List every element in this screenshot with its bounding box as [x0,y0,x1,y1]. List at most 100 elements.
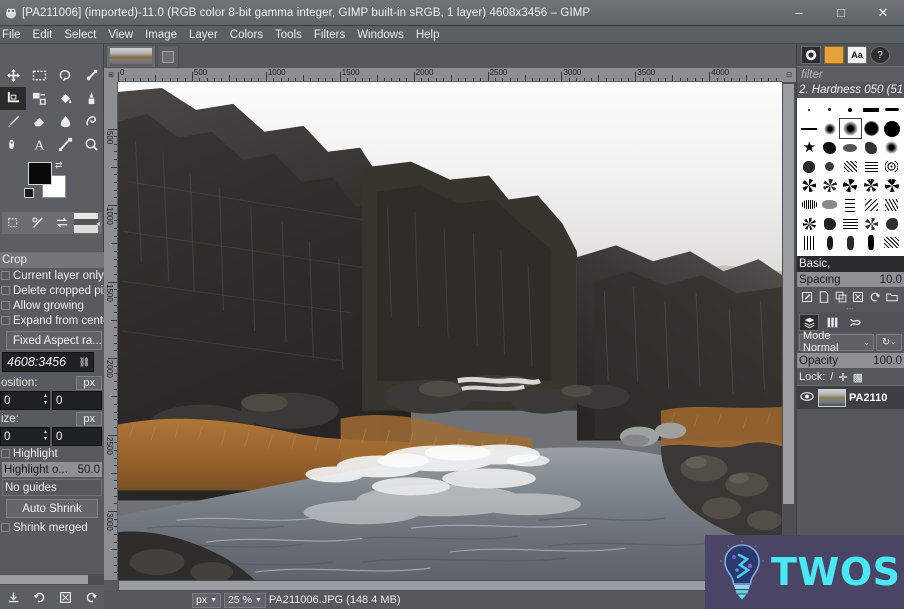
image-canvas[interactable] [118,82,782,580]
brush-item[interactable] [820,195,841,214]
menu-select[interactable]: Select [58,28,102,42]
vertical-scrollbar[interactable] [782,82,796,580]
gradients-tab[interactable] [824,46,844,64]
brush-item[interactable] [820,233,841,252]
menu-edit[interactable]: Edit [27,28,59,42]
auto-shrink-button[interactable]: Auto Shrink [6,499,98,518]
scrollbar-thumb[interactable] [119,581,719,590]
brush-item[interactable] [881,157,902,176]
paths-tab[interactable] [845,314,865,331]
checkbox[interactable] [1,286,10,295]
lock-pixels-icon[interactable]: / [830,371,833,383]
layer-mode-extra-button[interactable]: ↻ ⌄ [876,333,902,351]
horizontal-scrollbar[interactable] [118,580,782,591]
brush-item[interactable] [799,195,820,214]
brush-item[interactable] [799,100,820,119]
help-tab[interactable]: ? [870,46,890,64]
delete-brush-button[interactable] [850,289,866,305]
option-current-layer-only[interactable]: Current layer only [0,268,104,283]
ruler-origin-icon[interactable]: ⊞ [104,68,118,82]
scrollbar-thumb[interactable] [0,575,88,584]
brush-item[interactable] [840,214,861,233]
brush-item[interactable] [799,176,820,195]
option-delete-cropped-pixels[interactable]: Delete cropped pix [0,283,104,298]
checkbox[interactable] [1,271,10,280]
gradient-indicator[interactable] [50,213,74,233]
brush-item[interactable] [820,119,841,138]
stepper-arrows-icon[interactable]: ▴ ▾ [44,393,47,407]
brush-item[interactable] [861,214,882,233]
eye-icon[interactable] [799,391,815,405]
brushes-tab[interactable] [801,46,821,64]
menu-help[interactable]: Help [410,28,446,42]
chevron-down-icon[interactable]: ⌄ [890,338,896,346]
menu-layer[interactable]: Layer [183,28,224,42]
brush-item[interactable] [820,176,841,195]
open-brush-as-image-button[interactable] [884,289,900,305]
position-y-input[interactable]: 0 [52,391,102,410]
tool-options-scrollbar[interactable] [0,574,104,585]
delete-tool-options-button[interactable] [52,586,78,608]
option-highlight[interactable]: Highlight [0,446,104,461]
reset-tool-options-button[interactable] [78,586,104,608]
unified-transform-tool[interactable] [26,87,52,110]
brush-item[interactable] [861,233,882,252]
checkbox[interactable] [1,301,10,310]
brush-grid[interactable]: ★ [797,98,904,256]
free-select-tool[interactable] [52,64,78,87]
brush-item[interactable] [861,195,882,214]
measure-tool[interactable] [78,64,104,87]
brush-item[interactable]: ★ [799,138,820,157]
brush-item[interactable] [799,233,820,252]
brush-item[interactable] [820,100,841,119]
checkbox[interactable] [1,316,10,325]
rectangle-select-tool[interactable] [26,64,52,87]
reset-colors-button[interactable] [24,188,34,198]
brush-item[interactable] [840,176,861,195]
guides-dropdown[interactable]: No guides [2,479,102,496]
chevron-down-icon[interactable]: ▼ [255,597,262,604]
brush-item[interactable] [840,100,861,119]
chevron-down-icon[interactable]: ▼ [210,597,217,604]
aspect-ratio-input[interactable]: 4608:3456 ⛓ [2,352,94,372]
paintbrush-tool[interactable] [0,110,26,133]
close-button[interactable]: ✕ [862,0,904,26]
image-indicator[interactable] [74,213,98,233]
fonts-tab[interactable]: Aa [847,46,867,64]
option-expand-from-center[interactable]: Expand from center [0,313,104,328]
brush-item[interactable] [840,138,861,157]
edit-brush-button[interactable] [799,289,815,305]
foreground-color-swatch[interactable] [28,162,52,185]
brush-item[interactable] [881,138,902,157]
layer-opacity-slider[interactable]: Opacity 100.0 [797,353,904,368]
pattern-indicator[interactable] [26,213,50,233]
menu-file[interactable]: File [0,28,27,42]
brush-item[interactable] [881,176,902,195]
brush-filter-input[interactable]: filter [797,66,904,82]
restore-tool-options-button[interactable] [26,586,52,608]
eraser-tool[interactable] [26,110,52,133]
channels-tab[interactable] [822,314,842,331]
brush-item[interactable] [861,157,882,176]
position-unit[interactable]: px [76,376,102,390]
unit-selector[interactable]: px ▼ [192,592,222,608]
brush-item[interactable] [861,119,882,138]
menu-filters[interactable]: Filters [308,28,351,42]
crop-tool[interactable] [0,87,26,110]
duplicate-brush-button[interactable] [833,289,849,305]
brush-item[interactable] [861,176,882,195]
document-tab-pa211006[interactable] [106,45,156,68]
scrollbar-thumb[interactable] [783,84,794,504]
size-unit[interactable]: px [76,412,102,426]
brush-item[interactable] [861,138,882,157]
layer-mode-dropdown[interactable]: Mode Normal ⌄ [799,330,874,354]
menu-tools[interactable]: Tools [269,28,308,42]
size-width-input[interactable]: 0 ▴ ▾ [0,427,50,446]
menu-windows[interactable]: Windows [351,28,410,42]
layers-tab[interactable] [799,313,819,331]
brush-item[interactable] [881,119,902,138]
brush-item[interactable] [840,233,861,252]
bucket-fill-tool[interactable] [52,87,78,110]
zoom-selector[interactable]: 25 % ▼ [224,592,266,608]
clone-tool[interactable] [78,110,104,133]
